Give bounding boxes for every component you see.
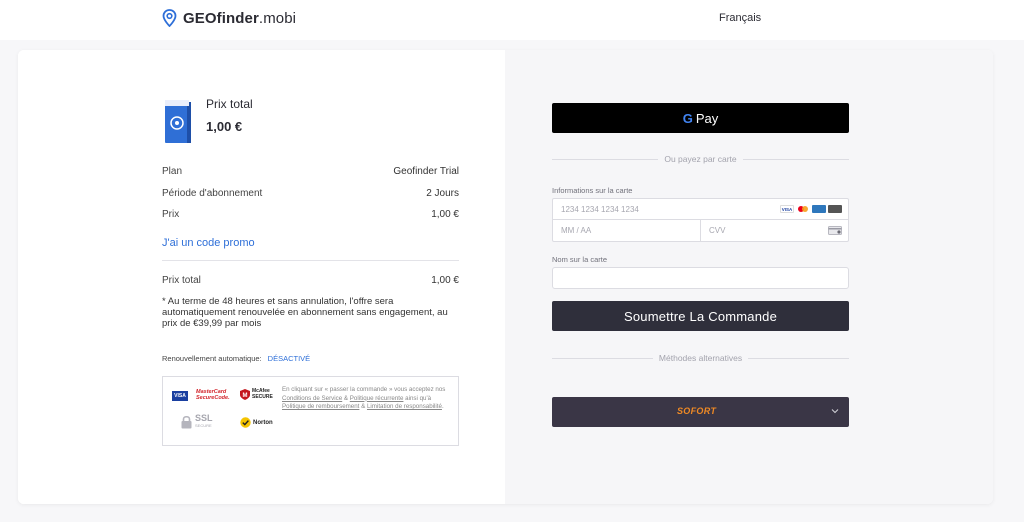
cvv-input[interactable]: CVV [701, 220, 848, 241]
summary-row-price: Prix 1,00 € [162, 209, 459, 220]
liability-link[interactable]: Limitation de responsabilité [367, 403, 442, 410]
payment-panel: G Pay Ou payez par carte Informations su… [505, 50, 993, 504]
auto-renewal-label: Renouvellement automatique: [162, 354, 262, 363]
or-card-separator: Ou payez par carte [552, 153, 850, 165]
sofort-logo: SOFORT [677, 406, 717, 416]
ssl-badge: SSL SECURE [181, 413, 213, 429]
checkout-card: Prix total 1,00 € Plan Geofinder Trial P… [18, 50, 993, 504]
amex-brand-icon [812, 205, 826, 213]
mcafee-label: McAfee SECURE [252, 388, 273, 400]
chevron-down-icon [831, 409, 839, 414]
recurring-policy-link[interactable]: Politique récurrente [350, 395, 404, 402]
cardholder-name-label: Nom sur la carte [552, 255, 608, 264]
card-number-placeholder: 1234 1234 1234 1234 [561, 205, 639, 214]
norton-badge: Norton [240, 417, 273, 428]
total-label: Prix total [162, 275, 201, 286]
order-summary-panel: Prix total 1,00 € Plan Geofinder Trial P… [18, 50, 505, 504]
card-number-input[interactable]: 1234 1234 1234 1234 VISA [553, 199, 848, 220]
mcafee-badge: M McAfee SECURE [240, 388, 273, 400]
mastercard-securecode-badge: MasterCard SecureCode. [196, 389, 230, 401]
summary-row-period: Période d'abonnement 2 Jours [162, 188, 459, 199]
auto-renewal-status: Renouvellement automatique: DÉSACTIVÉ [162, 354, 310, 363]
visa-badge: VISA [172, 391, 188, 401]
card-info-label: Informations sur la carte [552, 186, 633, 195]
ssl-sublabel: SECURE [195, 423, 212, 428]
card-brands: VISA [780, 205, 842, 213]
padlock-icon [181, 415, 192, 429]
promo-code-link[interactable]: J'ai un code promo [162, 237, 255, 249]
legal-disclaimer: En cliquant sur « passer la commande » v… [282, 386, 454, 412]
row-value: Geofinder Trial [393, 166, 459, 177]
site-logo[interactable]: GEOfinder.mobi [162, 9, 296, 27]
location-pin-icon [162, 9, 177, 27]
norton-check-icon [240, 417, 251, 428]
separator-text: Méthodes alternatives [658, 353, 743, 363]
legal-text: ainsi qu'à [403, 394, 432, 402]
expiry-placeholder: MM / AA [561, 226, 592, 235]
cvv-card-icon [828, 226, 842, 235]
row-label: Plan [162, 166, 183, 177]
row-value: 1,00 € [431, 209, 459, 220]
sofort-payment-option[interactable]: SOFORT [552, 397, 849, 427]
legal-text: & [359, 403, 367, 411]
summary-divider [162, 260, 459, 261]
norton-label: Norton [253, 419, 273, 426]
summary-row-plan: Plan Geofinder Trial [162, 166, 459, 177]
discover-brand-icon [828, 205, 842, 213]
product-title: Prix total [206, 97, 253, 111]
trust-badges-box: VISA MasterCard SecureCode. M McAfee SEC… [162, 376, 459, 446]
legal-text: En cliquant sur « passer la commande » v… [282, 386, 446, 393]
card-details-group: 1234 1234 1234 1234 VISA MM / AA CVV [552, 198, 849, 242]
total-value: 1,00 € [431, 275, 459, 286]
row-label: Prix [162, 209, 180, 220]
logo-brand-text: GEOfinder [183, 9, 259, 27]
visa-brand-icon: VISA [780, 205, 794, 213]
row-label: Période d'abonnement [162, 188, 263, 199]
product-price: 1,00 € [206, 119, 243, 134]
google-pay-label: Pay [695, 110, 719, 126]
language-selector[interactable]: Français [719, 12, 761, 24]
summary-row-total: Prix total 1,00 € [162, 275, 459, 286]
auto-renewal-toggle[interactable]: DÉSACTIVÉ [268, 354, 311, 363]
top-bar: GEOfinder.mobi Français [0, 0, 1024, 40]
alternative-methods-separator: Méthodes alternatives [552, 352, 850, 364]
expiry-input[interactable]: MM / AA [553, 220, 701, 241]
logo-domain-text: .mobi [258, 9, 297, 27]
svg-text:M: M [243, 393, 248, 399]
mastercard-brand-icon [796, 205, 810, 213]
submit-order-button[interactable]: Soumettre La Commande [552, 301, 849, 331]
separator-text: Ou payez par carte [664, 154, 737, 164]
ssl-label: SSL [195, 413, 213, 423]
refund-policy-link[interactable]: Politique de remboursement [282, 403, 359, 410]
terms-of-service-link[interactable]: Conditions de Service [282, 395, 342, 402]
row-value: 2 Jours [426, 188, 459, 199]
google-pay-button[interactable]: G Pay [552, 103, 849, 133]
renewal-note: * Au terme de 48 heures et sans annulati… [162, 296, 448, 329]
google-g-icon: G [682, 110, 693, 126]
legal-text: . [441, 403, 444, 411]
cardholder-name-input[interactable] [552, 267, 849, 289]
mcafee-shield-icon: M [240, 388, 250, 400]
product-box-image [165, 100, 191, 143]
cvv-placeholder: CVV [709, 226, 726, 235]
legal-text: & [342, 394, 350, 402]
